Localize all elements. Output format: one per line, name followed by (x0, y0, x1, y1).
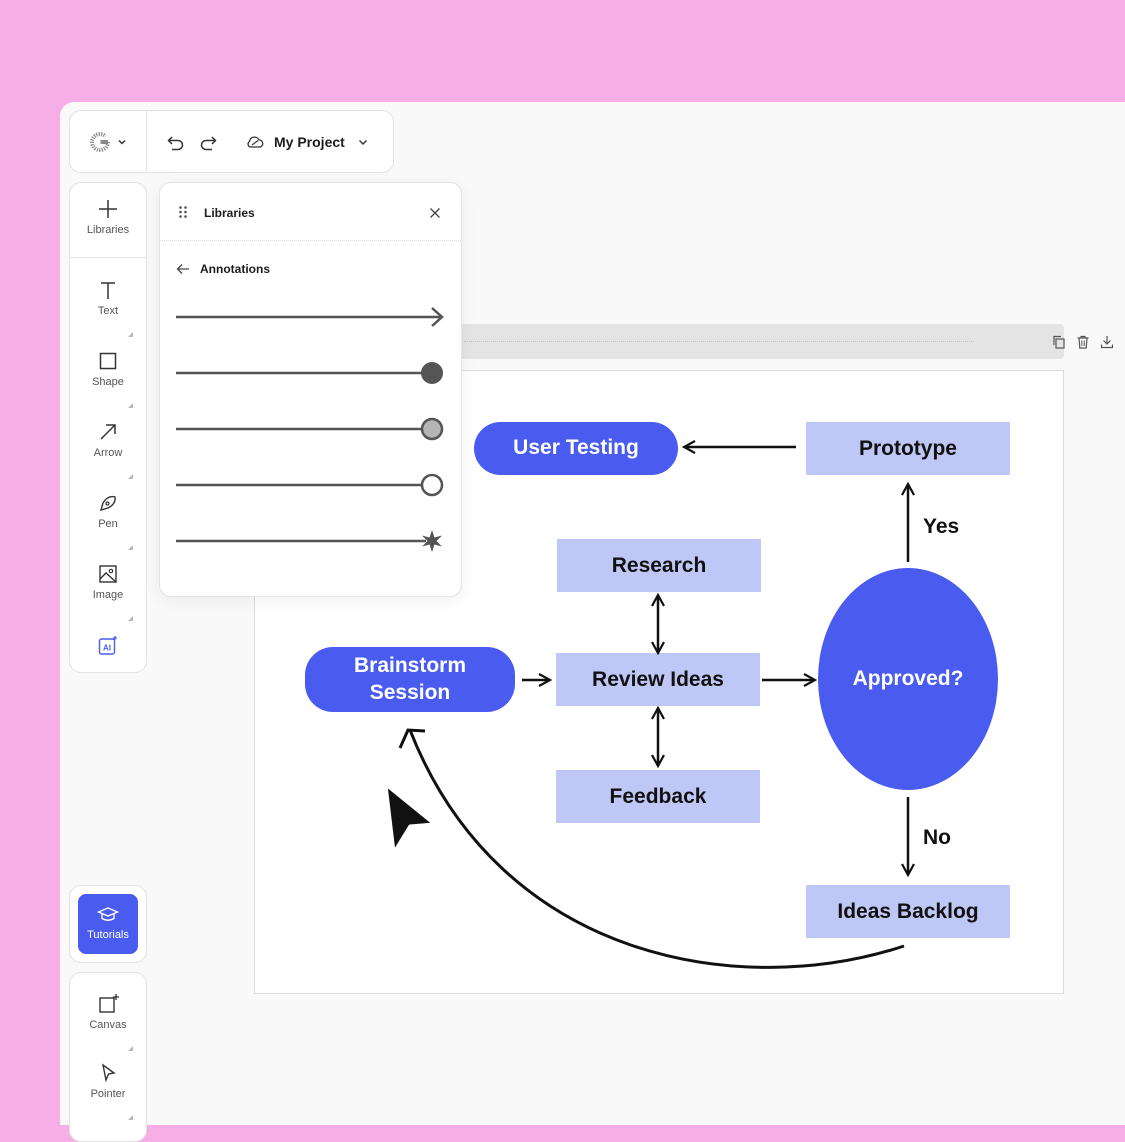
tool-pointer[interactable]: Pointer (70, 1062, 146, 1126)
undo-button[interactable] (164, 131, 188, 155)
redo-icon (200, 136, 217, 151)
annotation-star-end[interactable] (174, 526, 446, 556)
redo-button[interactable] (196, 131, 220, 155)
tool-label: Pointer (90, 1088, 126, 1100)
submenu-indicator (128, 1046, 133, 1051)
node-user-testing[interactable]: User Testing (474, 422, 678, 475)
submenu-indicator (128, 545, 133, 550)
tool-image[interactable]: Image (70, 563, 146, 627)
toolbar-separator (146, 111, 147, 172)
copy-icon (1053, 335, 1065, 349)
arrow-left-icon (176, 264, 189, 274)
drag-handle[interactable] (176, 205, 190, 219)
node-ideas-backlog[interactable]: Ideas Backlog (806, 885, 1010, 938)
square-icon (99, 352, 117, 370)
top-toolbar: My Project (69, 110, 394, 173)
tool-label: Arrow (93, 447, 123, 459)
annotation-filled-circle-end[interactable] (174, 358, 446, 388)
tool-label: Image (92, 589, 124, 601)
tool-label: Libraries (86, 224, 130, 236)
drag-handle-icon (179, 206, 187, 218)
tool-ai[interactable]: AI (70, 635, 146, 665)
download-icon (1100, 336, 1114, 349)
app-window: My Project Libraries Text Shape Arrow Pe… (60, 102, 1125, 1142)
ai-icon: AI (98, 636, 117, 655)
libraries-section-title: Annotations (200, 262, 270, 276)
tool-sidebar: Libraries Text Shape Arrow Pen Image AI (69, 182, 147, 673)
project-name[interactable]: My Project (274, 134, 345, 150)
plus-icon (99, 200, 117, 218)
pointer-cursor-icon (101, 1063, 116, 1083)
tool-text[interactable]: Text (70, 279, 146, 343)
tutorials-button[interactable]: Tutorials (78, 894, 138, 954)
submenu-indicator (128, 616, 133, 621)
tool-label: Text (97, 305, 119, 317)
node-brainstorm-line2: Session (369, 680, 451, 704)
node-feedback[interactable]: Feedback (556, 770, 760, 823)
close-icon (430, 208, 440, 218)
undo-icon (167, 136, 184, 151)
duplicate-frame-button[interactable] (1050, 333, 1068, 351)
tool-pen[interactable]: Pen (70, 492, 146, 556)
libraries-panel: Libraries Annotations (159, 182, 462, 597)
libraries-title: Libraries (204, 206, 255, 220)
submenu-indicator (128, 1115, 133, 1120)
brand-g-logo-icon (90, 132, 110, 152)
annotation-arrow-end[interactable] (174, 302, 446, 332)
node-approved[interactable]: Approved? (818, 568, 998, 790)
tutorials-label: Tutorials (87, 929, 129, 941)
tool-arrow[interactable]: Arrow (70, 421, 146, 485)
trash-icon (1077, 335, 1089, 349)
node-research[interactable]: Research (557, 539, 761, 592)
tutorials-panel: Tutorials (69, 885, 147, 963)
chevron-down-icon (118, 139, 126, 145)
pen-nib-icon (99, 495, 116, 512)
node-prototype[interactable]: Prototype (806, 422, 1010, 475)
frame-toolbar (454, 324, 1114, 359)
image-icon (99, 565, 117, 583)
submenu-indicator (128, 403, 133, 408)
tool-libraries[interactable]: Libraries (70, 198, 146, 262)
arrow-diagonal-icon (100, 424, 116, 440)
tool-label: Canvas (89, 1019, 127, 1031)
download-frame-button[interactable] (1098, 333, 1116, 351)
chevron-down-icon (359, 140, 367, 145)
cloud-sync-icon (247, 136, 264, 148)
text-icon (101, 282, 115, 299)
svg-text:AI: AI (103, 644, 111, 653)
delete-frame-button[interactable] (1074, 333, 1092, 351)
annotation-hollow-circle-end[interactable] (174, 470, 446, 500)
canvas-frame-icon (99, 994, 119, 1013)
node-brainstorm-session[interactable]: Brainstorm Session (305, 647, 515, 712)
back-button[interactable] (176, 261, 190, 277)
edge-label-no: No (923, 826, 951, 849)
node-review-ideas[interactable]: Review Ideas (556, 653, 760, 706)
close-libraries-button[interactable] (426, 204, 444, 222)
frame-toolbar-guide (464, 341, 974, 342)
tool-label: Pen (98, 518, 118, 530)
cloud-sync-status (244, 132, 266, 152)
annotation-gray-circle-end[interactable] (174, 414, 446, 444)
libraries-header: Libraries (160, 183, 461, 241)
tool-divider (70, 257, 146, 258)
tool-shape[interactable]: Shape (70, 350, 146, 414)
brand-logo-menu[interactable] (86, 129, 130, 155)
bottom-tool-sidebar: Canvas Pointer (69, 972, 147, 1142)
submenu-indicator (128, 332, 133, 337)
edge-label-yes: Yes (923, 515, 960, 538)
project-menu-button[interactable] (354, 133, 372, 151)
tool-canvas[interactable]: Canvas (70, 993, 146, 1057)
tool-label: Shape (92, 376, 124, 388)
graduation-cap-icon (97, 907, 119, 921)
submenu-indicator (128, 474, 133, 479)
node-brainstorm-line1: Brainstorm (353, 654, 467, 678)
